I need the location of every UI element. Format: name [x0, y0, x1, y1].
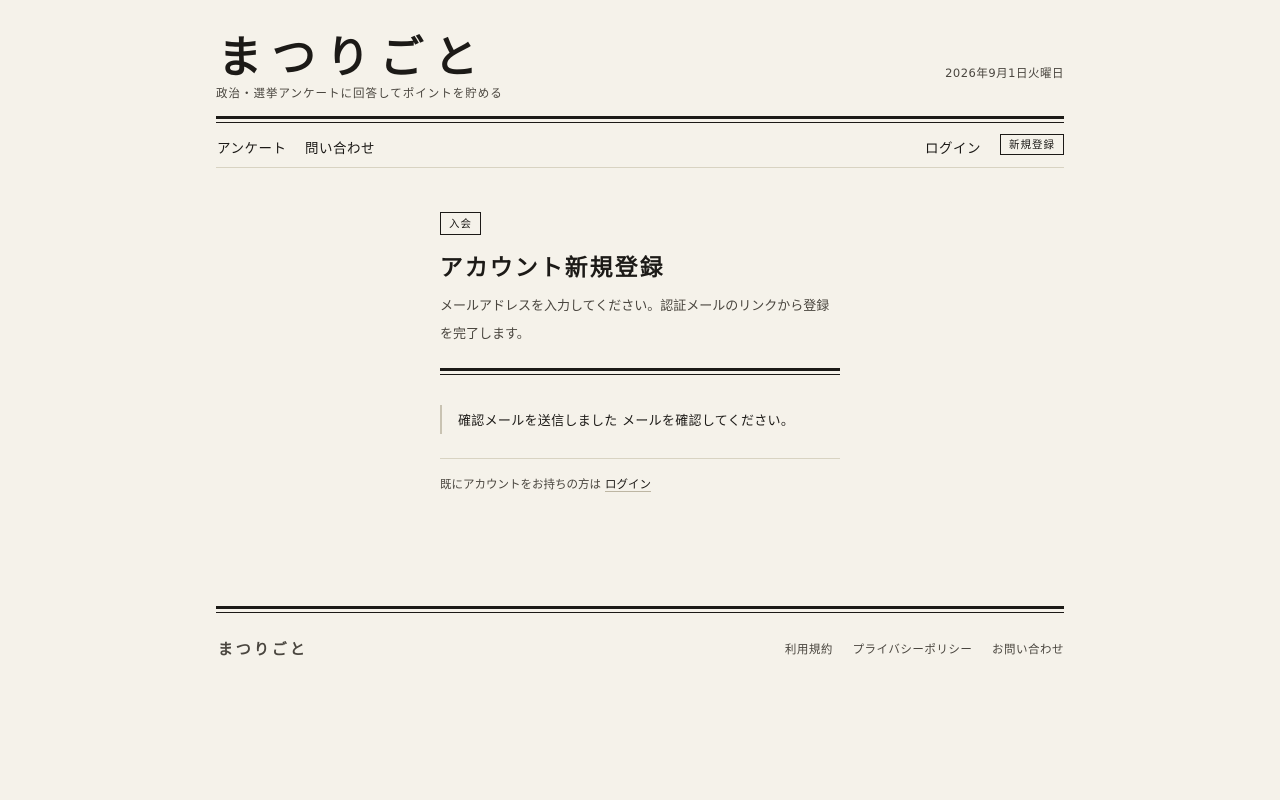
- footer-link-privacy[interactable]: プライバシーポリシー: [853, 642, 973, 656]
- site-footer: まつりごと 利用規約 プライバシーポリシー お問い合わせ: [216, 620, 1064, 660]
- confirmation-notice: 確認メールを送信しました メールを確認してください。: [440, 405, 840, 434]
- site-logo[interactable]: まつりごと: [218, 32, 488, 84]
- login-link[interactable]: ログイン: [605, 477, 651, 492]
- nav-link-survey[interactable]: アンケート: [217, 137, 286, 157]
- footer-logo[interactable]: まつりごと: [218, 638, 308, 659]
- nav-divider: [216, 167, 1064, 168]
- signup-panel: 入会 アカウント新規登録 メールアドレスを入力してください。認証メールのリンクか…: [440, 212, 840, 492]
- nav-link-login[interactable]: ログイン: [925, 137, 981, 157]
- masthead: まつりごと 政治・選挙アンケートに回答してポイントを貯める 2026年9月1日火…: [216, 28, 1064, 106]
- signup-button[interactable]: 新規登録: [1000, 134, 1064, 155]
- page-title: アカウント新規登録: [440, 254, 665, 281]
- nav-link-contact[interactable]: 問い合わせ: [305, 137, 375, 157]
- footer-rule: [216, 606, 1064, 613]
- site-tagline: 政治・選挙アンケートに回答してポイントを貯める: [216, 86, 503, 100]
- header-rule: [216, 116, 1064, 123]
- content-rule: [440, 368, 840, 375]
- already-have-account: 既にアカウントをお持ちの方は ログイン: [440, 476, 840, 492]
- footer-link-contact[interactable]: お問い合わせ: [992, 642, 1064, 656]
- already-text: 既にアカウントをお持ちの方は: [440, 477, 601, 491]
- content-divider: [440, 458, 840, 459]
- page-description: メールアドレスを入力してください。認証メールのリンクから登録を完了します。: [440, 299, 830, 342]
- main-nav: アンケート 問い合わせ ログイン 新規登録: [216, 127, 1064, 165]
- footer-links: 利用規約 プライバシーポリシー お問い合わせ: [769, 641, 1064, 657]
- current-date: 2026年9月1日火曜日: [945, 66, 1064, 80]
- section-badge: 入会: [440, 212, 481, 235]
- footer-link-terms[interactable]: 利用規約: [785, 642, 833, 656]
